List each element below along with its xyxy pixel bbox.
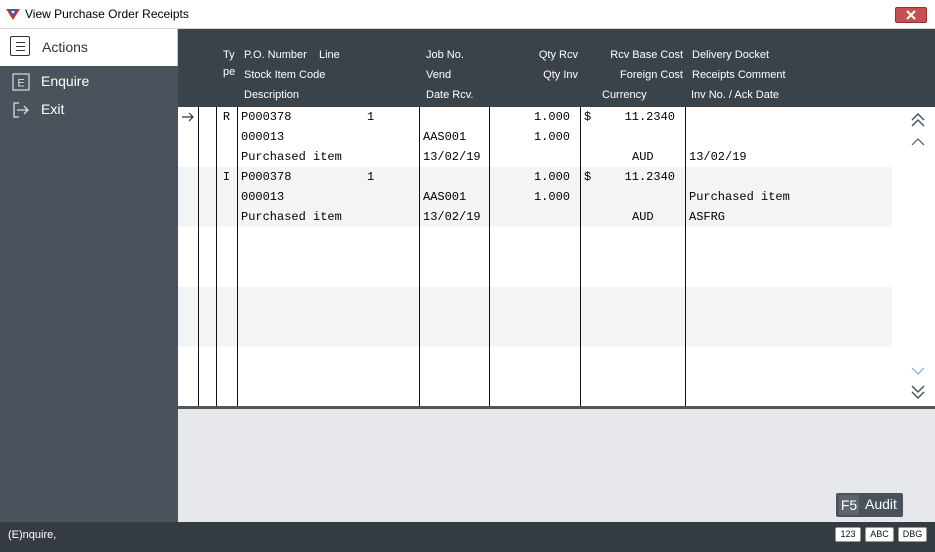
- status-message: (E)nquire,: [8, 529, 57, 541]
- cell-vend: AAS001: [423, 190, 467, 204]
- audit-button[interactable]: F5 Audit: [836, 493, 903, 517]
- col-inv-no-ack-date[interactable]: Inv No. / Ack Date: [691, 89, 779, 101]
- menu-list-icon: [10, 36, 30, 56]
- col-qty-inv[interactable]: Qty Inv: [543, 69, 578, 81]
- cell-rcv-base-cost: 11.2340: [624, 110, 675, 124]
- close-icon: [906, 10, 916, 20]
- chevron-down-icon[interactable]: [910, 363, 926, 379]
- double-chevron-down-icon[interactable]: [910, 384, 926, 400]
- cell-currency: AUD: [632, 150, 654, 164]
- cell-line: 1: [367, 110, 375, 124]
- detail-area: [178, 409, 935, 522]
- actions-title: Actions: [42, 39, 88, 55]
- cell-date-rcv: 13/02/19: [423, 210, 481, 224]
- audit-label: Audit: [865, 496, 897, 512]
- sidebar-item-label: Enquire: [41, 73, 90, 89]
- receipts-grid: R P000378 1 000013 Purchased item AAS001…: [178, 107, 935, 409]
- mode-badge-123: 123: [835, 527, 861, 542]
- mode-badge-abc: ABC: [865, 527, 894, 542]
- cell-po-number: P000378: [241, 110, 292, 124]
- col-stock-item-code[interactable]: Stock Item Code: [244, 69, 325, 81]
- cell-qty-rcv: 1.000: [533, 170, 570, 184]
- col-foreign-cost[interactable]: Foreign Cost: [620, 69, 683, 81]
- cell-description: Purchased item: [241, 210, 342, 224]
- col-qty-rcv[interactable]: Qty Rcv: [539, 49, 578, 61]
- cell-qty-inv: 1.000: [533, 190, 570, 204]
- svg-text:E: E: [17, 78, 24, 90]
- actions-header[interactable]: Actions: [0, 29, 178, 66]
- right-arrow-icon: [182, 112, 194, 122]
- double-chevron-up-icon[interactable]: [910, 112, 926, 128]
- cell-qty-inv: 1.000: [533, 130, 570, 144]
- col-description[interactable]: Description: [244, 89, 299, 101]
- f5-key-label: F5: [839, 495, 859, 515]
- col-date-rcv[interactable]: Date Rcv.: [426, 89, 473, 101]
- col-po-number[interactable]: P.O. Number: [244, 49, 307, 61]
- chevron-up-icon[interactable]: [910, 134, 926, 150]
- cell-stock-item-code: 000013: [241, 190, 285, 204]
- row-band: [178, 287, 892, 347]
- cell-type: I: [222, 170, 231, 184]
- col-rcv-base-cost[interactable]: Rcv Base Cost: [610, 49, 683, 61]
- col-type-wrap: pe: [223, 66, 236, 78]
- actions-sidebar: Actions E Enquire Exit: [0, 29, 178, 522]
- col-type[interactable]: Ty: [223, 49, 235, 61]
- cell-inv-no-ack-date: 13/02/19: [689, 150, 747, 164]
- cell-rcv-base-cost: 11.2340: [624, 170, 675, 184]
- cell-currency: AUD: [632, 210, 654, 224]
- col-currency[interactable]: Currency: [602, 89, 647, 101]
- cell-date-rcv: 13/02/19: [423, 150, 481, 164]
- col-delivery-docket[interactable]: Delivery Docket: [692, 49, 769, 61]
- status-bar: (E)nquire, 123 ABC DBG: [0, 522, 935, 552]
- grid-scroll-controls: [906, 107, 931, 405]
- window-title: View Purchase Order Receipts: [25, 7, 189, 21]
- exit-arrow-icon: [13, 102, 29, 118]
- grid-header: Ty pe P.O. Number Line Stock Item Code D…: [178, 29, 935, 107]
- sidebar-item-enquire[interactable]: E Enquire: [0, 69, 178, 95]
- close-button[interactable]: [895, 7, 927, 23]
- cell-vend: AAS001: [423, 130, 467, 144]
- cell-description: Purchased item: [241, 150, 342, 164]
- cell-line: 1: [367, 170, 375, 184]
- sidebar-item-label: Exit: [41, 101, 65, 117]
- cell-stock-item-code: 000013: [241, 130, 285, 144]
- enquire-key-icon: E: [12, 73, 30, 91]
- cell-qty-rcv: 1.000: [533, 110, 570, 124]
- app-logo-icon: [6, 9, 20, 20]
- cell-receipts-comment: Purchased item: [689, 190, 790, 204]
- col-line[interactable]: Line: [319, 49, 340, 61]
- cell-po-number: P000378: [241, 170, 292, 184]
- col-receipts-comment[interactable]: Receipts Comment: [692, 69, 786, 81]
- col-job-no[interactable]: Job No.: [426, 49, 464, 61]
- mode-badge-dbg: DBG: [898, 527, 927, 542]
- cell-inv-no-ack-date: ASFRG: [689, 210, 726, 224]
- col-vend[interactable]: Vend: [426, 69, 451, 81]
- title-bar: View Purchase Order Receipts: [0, 0, 935, 29]
- sidebar-item-exit[interactable]: Exit: [0, 97, 178, 123]
- cell-type: R: [222, 110, 231, 124]
